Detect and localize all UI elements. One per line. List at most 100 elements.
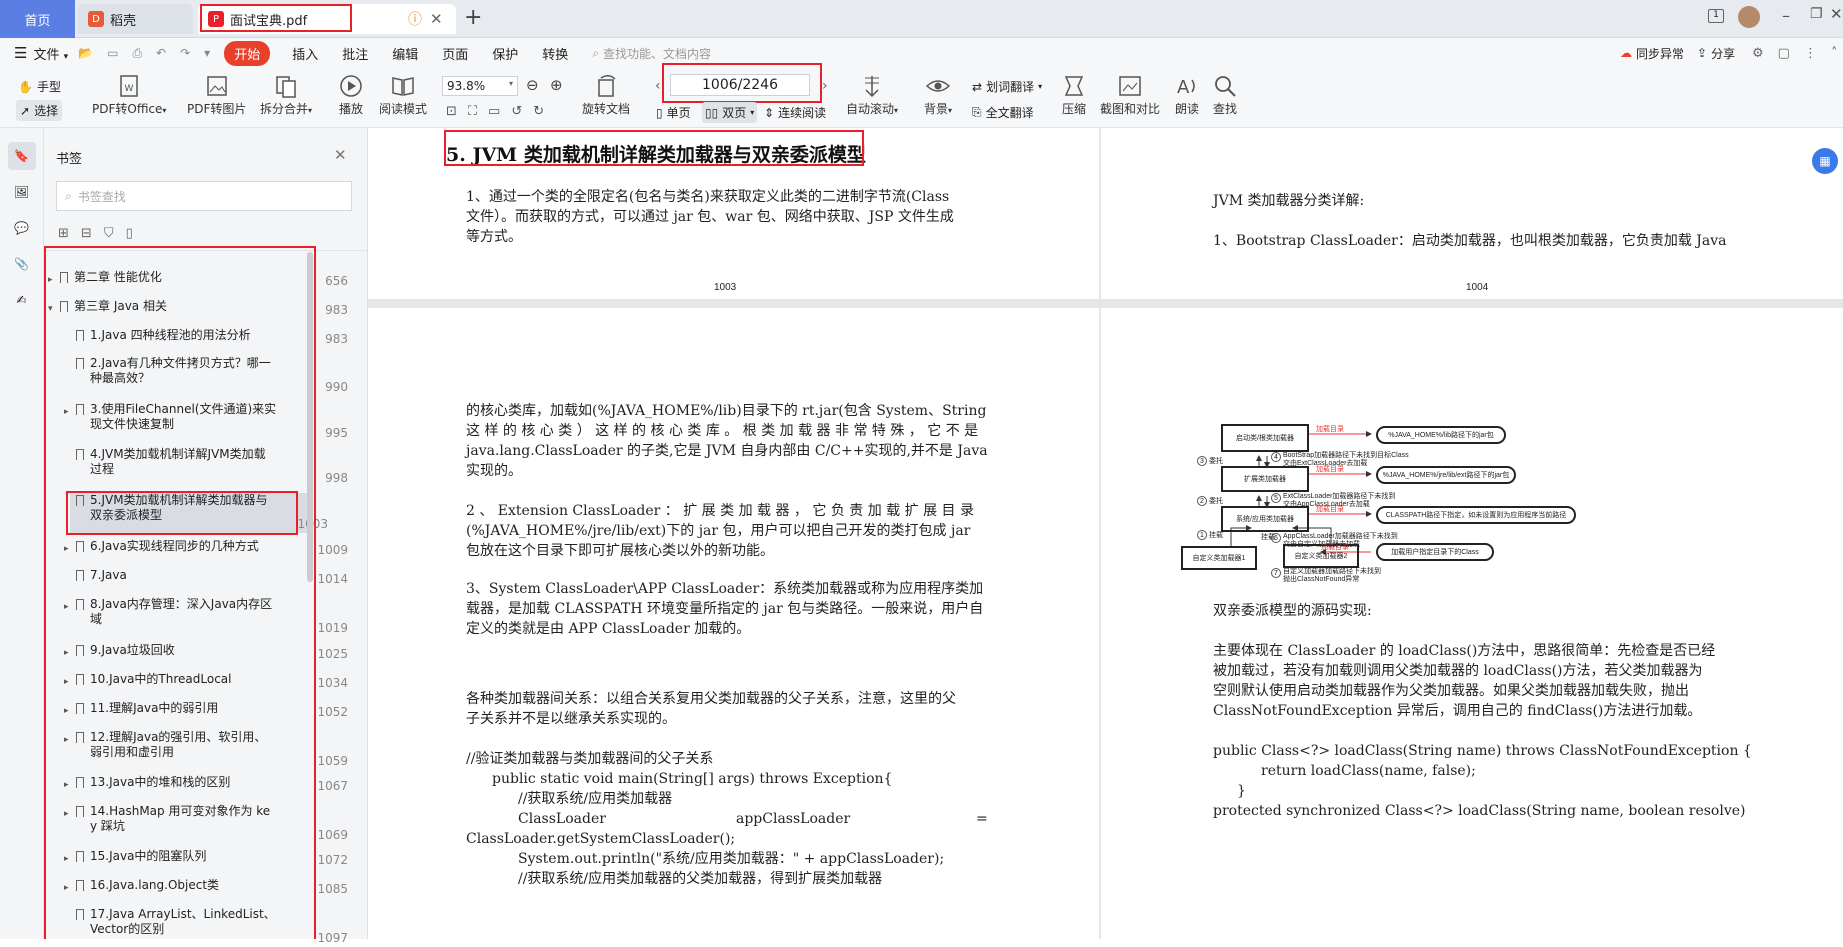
avatar[interactable] (1738, 6, 1760, 28)
split-merge-button[interactable]: 拆分合并▾ (260, 72, 312, 117)
open-icon[interactable]: 📂 (78, 46, 93, 61)
find-button[interactable]: 查找 (1212, 72, 1238, 117)
collapsed-arrow-icon[interactable]: ▸ (64, 807, 69, 822)
close-tab-icon[interactable]: ✕ (430, 10, 443, 28)
rotate-left-icon[interactable]: ↺ (511, 104, 522, 119)
auto-scroll-button[interactable]: 自动滚动▾ (846, 72, 898, 117)
bookmark-item[interactable]: ▸ 8.Java内存管理：深入Java内存区域 1019 (44, 597, 354, 637)
bookmark-item[interactable]: 5.JVM类加载机制详解类加载器与双亲委派模型1003 (70, 493, 328, 533)
bookmark-outline-icon[interactable]: ▯ (126, 226, 133, 241)
bookmark-item[interactable]: ▸ 13.Java中的堆和栈的区别 1067 (44, 775, 354, 797)
more-options-icon[interactable]: ⋮ (1804, 46, 1817, 61)
double-page-button[interactable]: ▯▯ 双页 ▾ (702, 102, 758, 123)
settings-icon[interactable]: ⚙ (1752, 46, 1764, 61)
actual-size-icon[interactable]: ⊡ (446, 104, 457, 119)
rotate-right-icon[interactable]: ↻ (533, 104, 544, 119)
bookmark-search[interactable]: ⌕ 书签查找 (56, 181, 352, 211)
menu-convert[interactable]: 转换 (542, 44, 568, 63)
collapse-ribbon-icon[interactable]: ˄ (1831, 46, 1838, 61)
screenshot-compare-button[interactable]: 截图和对比 (1100, 72, 1160, 117)
bookmark-item[interactable]: ▸ 12.理解Java的强引用、软引用、 弱引用和虚引用 1059 (44, 730, 354, 770)
remove-bookmark-icon[interactable]: ⊟ (81, 226, 92, 241)
bookmark-item[interactable]: ▸ 11.理解Java中的弱引用 1052 (44, 701, 354, 723)
function-search[interactable]: ⌕ 查找功能、文档内容 (592, 45, 711, 62)
compress-button[interactable]: 压缩 (1061, 72, 1087, 117)
bookmark-item[interactable]: ▸ 10.Java中的ThreadLocal 1034 (44, 672, 354, 694)
bookmark-panel-icon[interactable]: 🔖 (7, 142, 36, 170)
rotate-document-button[interactable]: 旋转文档 (582, 72, 630, 117)
prev-page-icon[interactable]: ‹ (655, 78, 661, 94)
collapsed-arrow-icon[interactable]: ▸ (64, 881, 69, 896)
menu-protect[interactable]: 保护 (492, 44, 518, 63)
background-button[interactable]: 背景▾ (924, 72, 952, 117)
close-window-icon[interactable]: ✕ (1830, 5, 1843, 23)
bookmark-item[interactable]: 17.Java ArrayList、LinkedList、 Vector的区别 10… (44, 907, 354, 947)
next-page-icon[interactable]: › (822, 78, 828, 94)
play-button[interactable]: 播放 (338, 72, 364, 117)
save-icon[interactable]: ▭ (107, 46, 118, 61)
print-icon[interactable]: ⎙ (132, 46, 142, 61)
menu-insert[interactable]: 插入 (292, 44, 318, 63)
read-mode-button[interactable]: 阅读模式 (379, 72, 427, 117)
feedback-icon[interactable]: ▢ (1778, 46, 1790, 61)
pdf-to-office-button[interactable]: W PDF转Office▾ (92, 72, 166, 117)
fit-width-icon[interactable]: ▭ (488, 104, 500, 119)
hand-tool[interactable]: ✋ 手型 (18, 78, 61, 95)
expanded-arrow-icon[interactable]: ▾ (48, 302, 53, 317)
menu-edit[interactable]: 编辑 (392, 44, 418, 63)
tab-pdf[interactable]: P 面试宝典.pdf ⓘ ✕ (198, 4, 456, 34)
full-translate-button[interactable]: ⎘ 全文翻译 (972, 104, 1034, 121)
collapsed-arrow-icon[interactable]: ▸ (64, 733, 69, 748)
single-page-button[interactable]: ▯ 单页 (656, 104, 691, 121)
collapsed-arrow-icon[interactable]: ▸ (64, 704, 69, 719)
add-bookmark-icon[interactable]: ⊞ (58, 226, 69, 241)
floating-tool-icon[interactable]: ▦ (1812, 148, 1838, 174)
hamburger-icon[interactable]: ☰ (14, 44, 27, 62)
redo-icon[interactable]: ↷ (180, 46, 190, 61)
menu-page[interactable]: 页面 (442, 44, 468, 63)
collapsed-arrow-icon[interactable]: ▸ (64, 852, 69, 867)
close-panel-icon[interactable]: ✕ (334, 146, 347, 164)
fit-page-icon[interactable]: ⛶ (468, 104, 477, 119)
restore-icon[interactable]: ❐ (1810, 6, 1823, 22)
sync-status[interactable]: ☁ 同步异常 (1620, 45, 1684, 62)
attachment-icon[interactable]: 📎 (8, 250, 36, 278)
continuous-read-button[interactable]: ⇕ 连续阅读 (764, 104, 826, 121)
bookmark-item[interactable]: ▸ 9.Java垃圾回收 1025 (44, 643, 354, 665)
undo-icon[interactable]: ↶ (156, 46, 166, 61)
collapsed-arrow-icon[interactable]: ▸ (64, 542, 69, 557)
share-button[interactable]: ⇪ 分享 (1697, 45, 1735, 62)
pdf-to-image-button[interactable]: PDF转图片 (187, 72, 246, 117)
tab-straw[interactable]: D 稻壳 (78, 4, 193, 34)
more-icon[interactable]: ▾ (204, 46, 210, 61)
menu-comment[interactable]: 批注 (342, 44, 368, 63)
word-translate-button[interactable]: ⇄ 划词翻译 ▾ (972, 78, 1042, 95)
read-aloud-button[interactable]: A 朗读 (1174, 72, 1200, 117)
bookmark-scrollbar[interactable] (307, 252, 313, 582)
collapsed-arrow-icon[interactable]: ▸ (64, 675, 69, 690)
bookmark-item[interactable]: ▸ 14.HashMap 用可变对象作为 ke y 踩坑 1069 (44, 804, 354, 844)
bookmark-icon[interactable]: ⛉ (104, 226, 114, 241)
comment-icon[interactable]: 💬 (8, 214, 36, 242)
zoom-select[interactable]: 93.8% ▾ (442, 76, 518, 96)
collapsed-arrow-icon[interactable]: ▸ (64, 600, 69, 615)
signature-icon[interactable]: ✍ (8, 286, 36, 314)
tab-home[interactable]: 首页 (0, 0, 75, 38)
select-tool[interactable]: ➚ 选择 (16, 100, 63, 121)
window-layout-icon[interactable]: 1 (1708, 9, 1724, 23)
collapsed-arrow-icon[interactable]: ▸ (48, 273, 53, 288)
new-tab-icon[interactable]: + (464, 5, 482, 30)
warning-icon[interactable]: ⓘ (408, 9, 422, 29)
menu-file[interactable]: 文件 ▾ (33, 44, 68, 63)
zoom-in-icon[interactable]: ⊕ (550, 76, 563, 94)
minimize-icon[interactable]: – (1782, 6, 1790, 25)
page-input[interactable]: 1006/2246 (670, 74, 810, 96)
bookmark-item[interactable]: ▸ 15.Java中的阻塞队列 1072 (44, 849, 354, 871)
collapsed-arrow-icon[interactable]: ▸ (64, 646, 69, 661)
collapsed-arrow-icon[interactable]: ▸ (64, 405, 69, 420)
thumbnail-icon[interactable]: 🖼 (8, 178, 36, 206)
zoom-out-icon[interactable]: ⊖ (526, 76, 539, 94)
menu-start[interactable]: 开始 (224, 40, 271, 66)
collapsed-arrow-icon[interactable]: ▸ (64, 778, 69, 793)
bookmark-item[interactable]: ▸ 16.Java.lang.Object类 1085 (44, 878, 354, 900)
